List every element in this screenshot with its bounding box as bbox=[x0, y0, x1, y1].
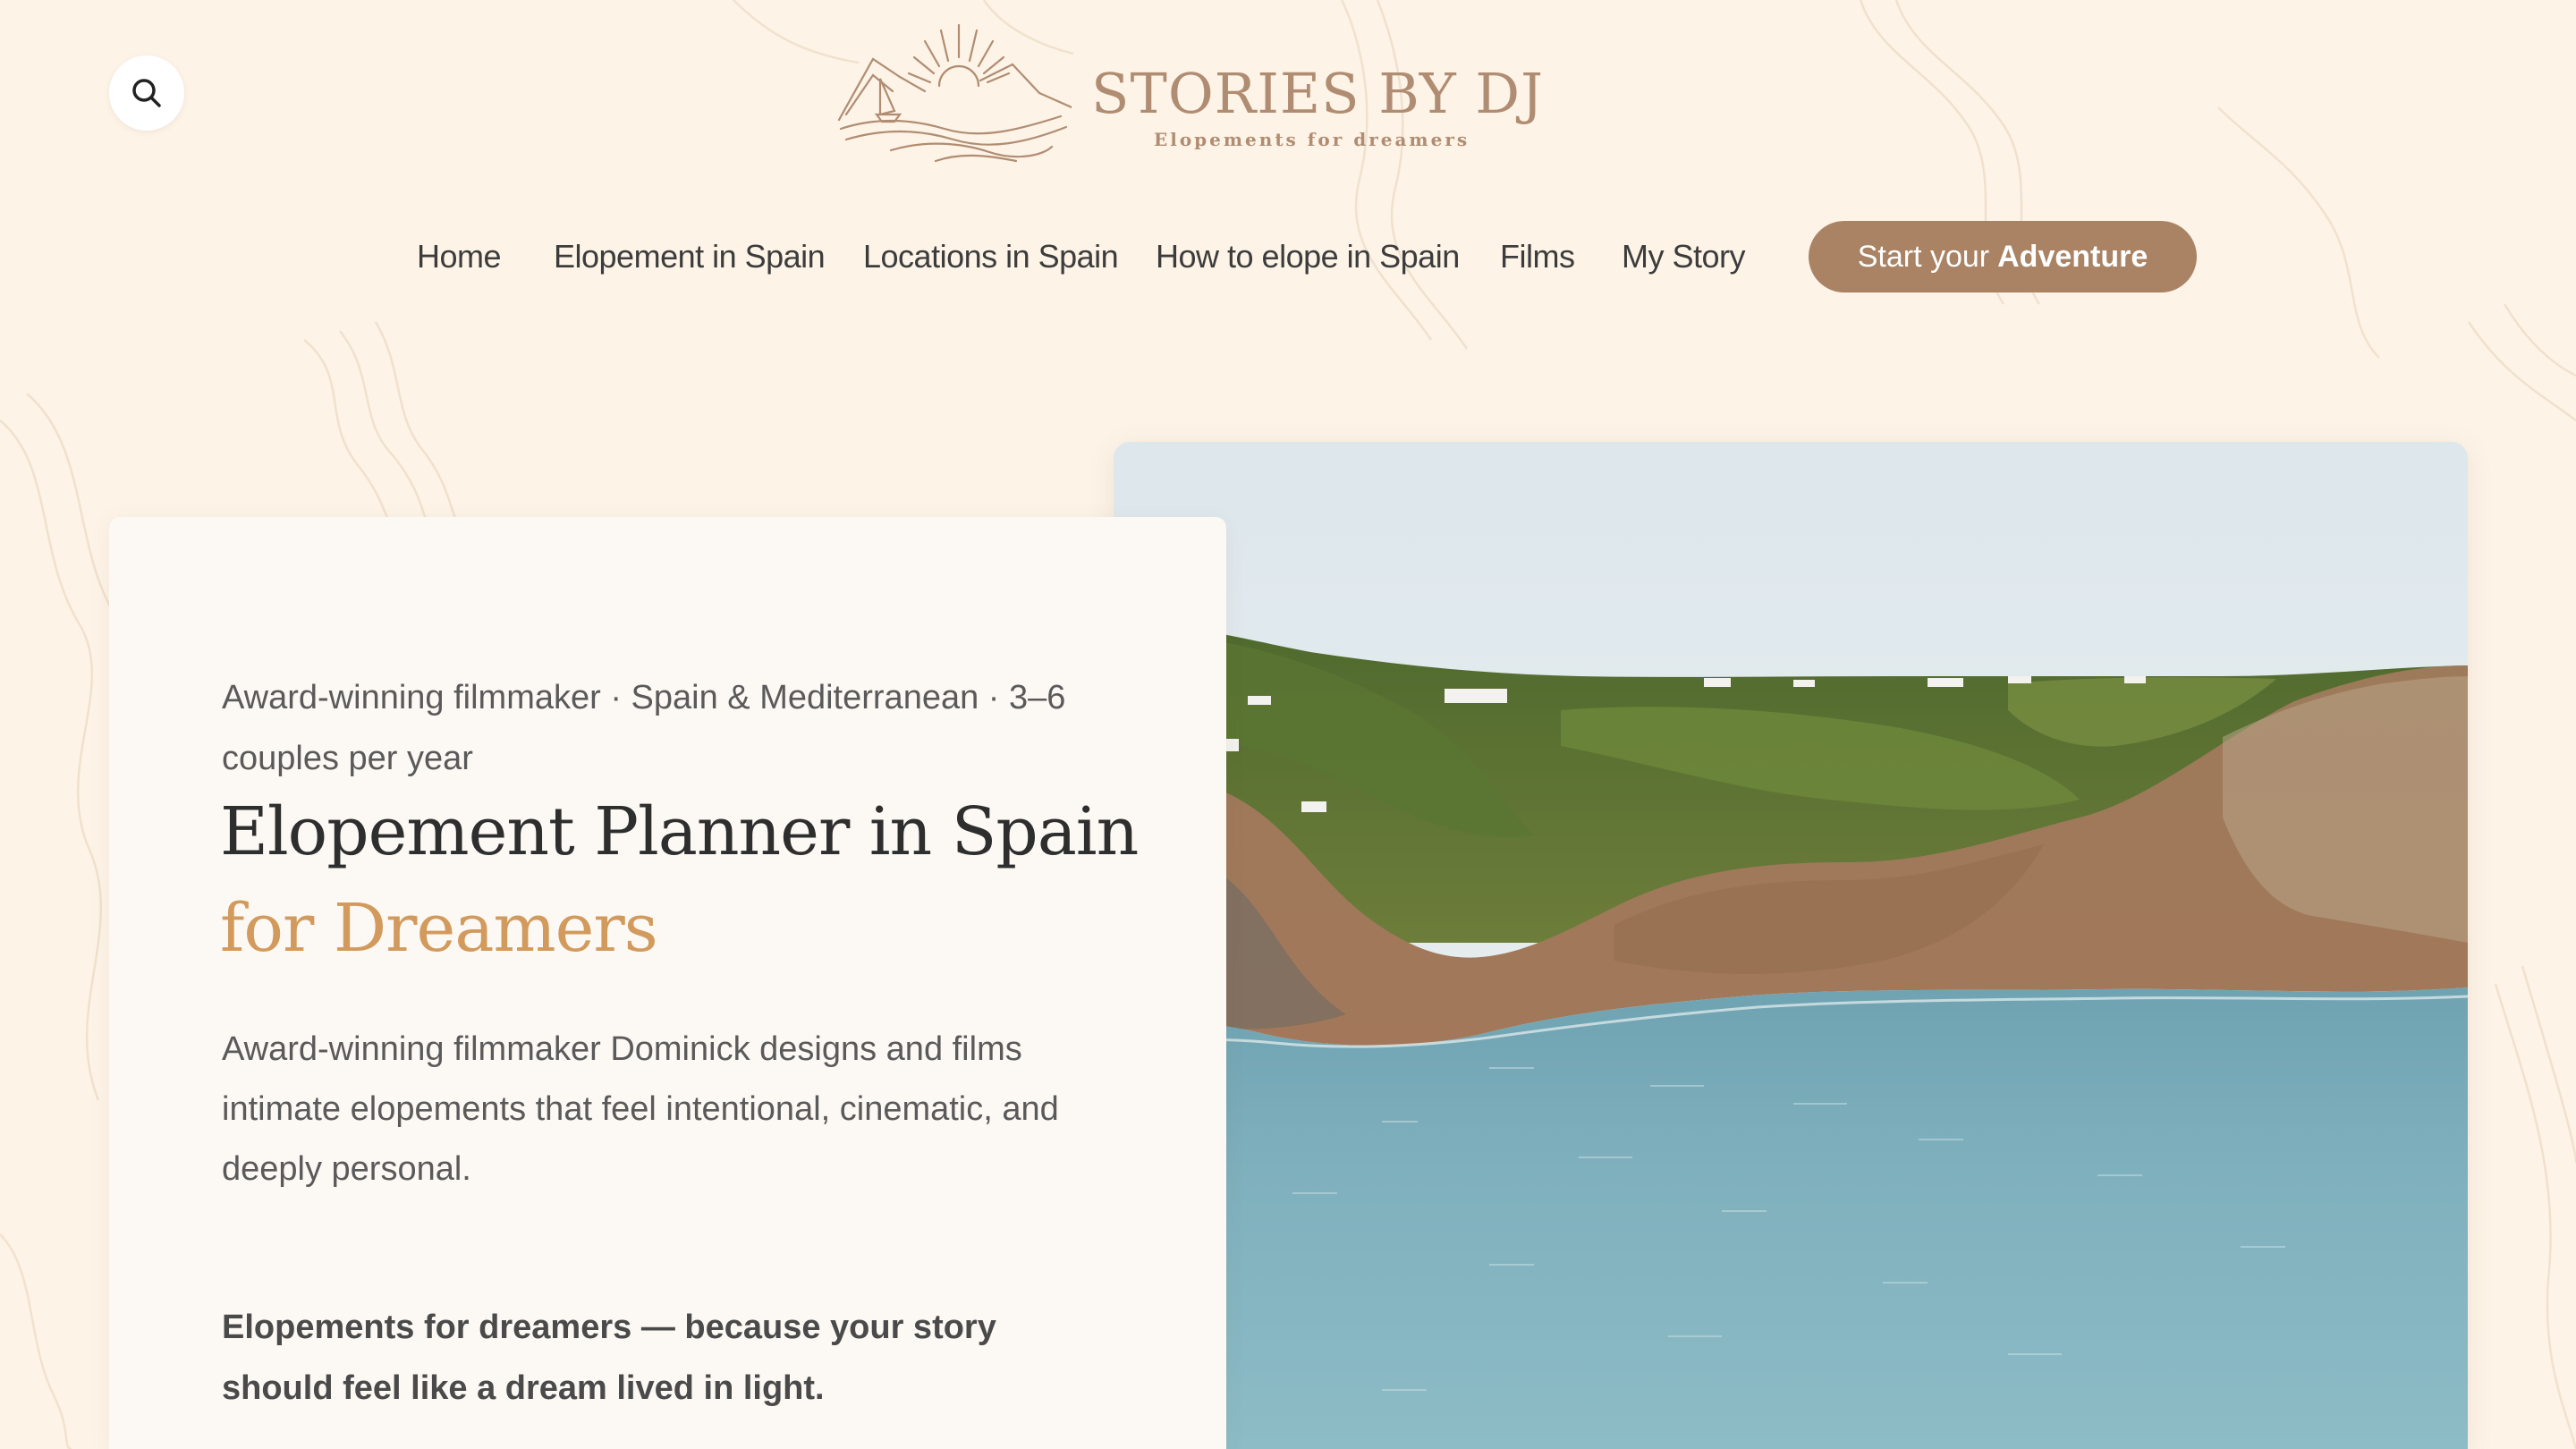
hero-tagline: Elopements for dreamers — because your s… bbox=[222, 1309, 996, 1407]
nav-item-locations-in-spain[interactable]: Locations in Spain bbox=[863, 238, 1119, 275]
start-adventure-button[interactable]: Start your Adventure bbox=[1809, 221, 2197, 292]
hero-description: Award-winning filmmaker Dominick designs… bbox=[222, 1030, 1059, 1188]
cta-emphasis: Adventure bbox=[1997, 239, 2148, 274]
nav-item-how-to-elope[interactable]: How to elope in Spain bbox=[1156, 238, 1460, 275]
cta-prefix: Start your bbox=[1857, 239, 1990, 274]
logo-tagline: Elopements for dreamers bbox=[1154, 129, 1470, 150]
hero-eyebrow: Award-winning filmmaker · Spain & Medite… bbox=[222, 679, 1066, 777]
hero-headline: Elopement Planner in Spain for Dreamers bbox=[220, 784, 1186, 977]
nav-item-films[interactable]: Films bbox=[1500, 238, 1575, 275]
nav-item-my-story[interactable]: My Story bbox=[1622, 238, 1746, 275]
nav-item-elopement-in-spain[interactable]: Elopement in Spain bbox=[554, 238, 826, 275]
search-button[interactable] bbox=[109, 55, 184, 131]
logo-title: STORIES BY DJ bbox=[1091, 61, 1544, 126]
nav-item-home[interactable]: Home bbox=[417, 238, 502, 275]
hero-coastline-image bbox=[1114, 442, 2468, 1449]
search-icon bbox=[132, 79, 161, 107]
hero-headline-main: Elopement Planner in Spain bbox=[220, 793, 1139, 870]
site-logo[interactable]: STORIES BY DJ Elopements for dreamers bbox=[837, 21, 1543, 165]
hero-headline-accent: for Dreamers bbox=[220, 890, 658, 967]
logo-mark-icon bbox=[837, 23, 1072, 163]
hero-card: Award-winning filmmaker · Spain & Medite… bbox=[109, 517, 1226, 1449]
